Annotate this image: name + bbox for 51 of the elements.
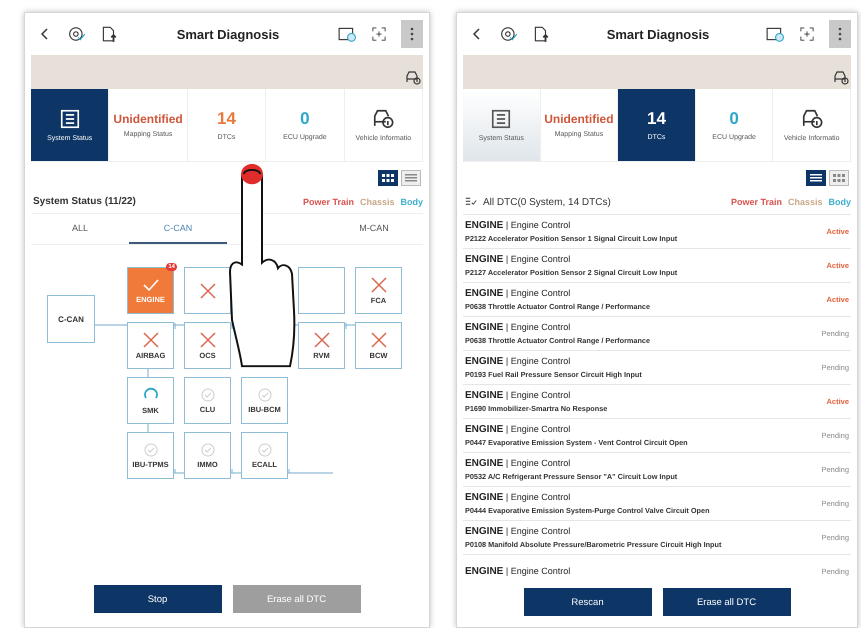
dtc-module: ENGINE | Engine Control: [465, 390, 572, 401]
dtc-module: ENGINE | Engine Control: [465, 322, 572, 333]
screen-title: Smart Diagnosis: [606, 26, 710, 42]
dtc-module: ENGINE | Engine Control: [465, 566, 572, 577]
car-info-icon: [371, 108, 396, 130]
cross-icon: [370, 332, 386, 348]
check-circle-icon: [144, 442, 158, 456]
more-icon: [410, 27, 414, 41]
chevron-left-icon: [473, 28, 481, 40]
action-button[interactable]: Erase all DTC: [662, 588, 790, 616]
section-heading: System Status (11/22): [33, 196, 137, 207]
module-node[interactable]: [298, 267, 345, 314]
dtc-module: ENGINE | Engine Control: [465, 526, 572, 537]
action-button[interactable]: Stop: [94, 585, 222, 613]
action-button[interactable]: Rescan: [524, 588, 652, 616]
dtc-module: ENGINE | Engine Control: [465, 254, 572, 265]
grid-icon: [832, 173, 846, 183]
dtc-module: ENGINE | Engine Control: [465, 424, 572, 435]
check-circle-icon: [258, 442, 272, 456]
check-circle-icon: [200, 442, 214, 456]
cross-icon: [142, 332, 158, 348]
cross-icon: [200, 332, 216, 348]
more-icon: [838, 27, 842, 41]
cross-icon: [200, 282, 216, 298]
check-circle-icon: [258, 388, 272, 402]
cross-icon: [314, 332, 330, 348]
dtc-module: ENGINE | Engine Control: [465, 492, 572, 503]
list-icon: [404, 173, 418, 183]
checklist-icon: [465, 196, 477, 208]
dtc-module: ENGINE | Engine Control: [465, 288, 572, 299]
dtc-module: ENGINE | Engine Control: [465, 356, 572, 367]
car-icon: [833, 69, 849, 85]
check-circle-icon: [200, 388, 214, 402]
grid-view-button[interactable]: [378, 170, 398, 186]
cross-icon: [370, 276, 386, 292]
filter-link[interactable]: Power Train: [730, 197, 782, 207]
dtc-module: ENGINE | Engine Control: [465, 220, 572, 231]
checklist-icon: [490, 108, 512, 130]
section-heading: All DTC(0 System, 14 DTCs): [483, 196, 612, 208]
screen-title: Smart Diagnosis: [176, 26, 280, 42]
list-icon: [809, 173, 823, 183]
list-view-button[interactable]: [806, 170, 826, 186]
checklist-icon: [58, 108, 81, 130]
chevron-left-icon: [41, 28, 49, 40]
grid-icon: [381, 173, 395, 183]
car-icon: [405, 69, 421, 85]
check-icon: [142, 278, 160, 292]
filter-link[interactable]: Power Train: [302, 196, 354, 206]
dtc-module: ENGINE | Engine Control: [465, 458, 572, 469]
module-node[interactable]: [184, 267, 231, 314]
bus-node: C-CAN: [47, 295, 95, 343]
